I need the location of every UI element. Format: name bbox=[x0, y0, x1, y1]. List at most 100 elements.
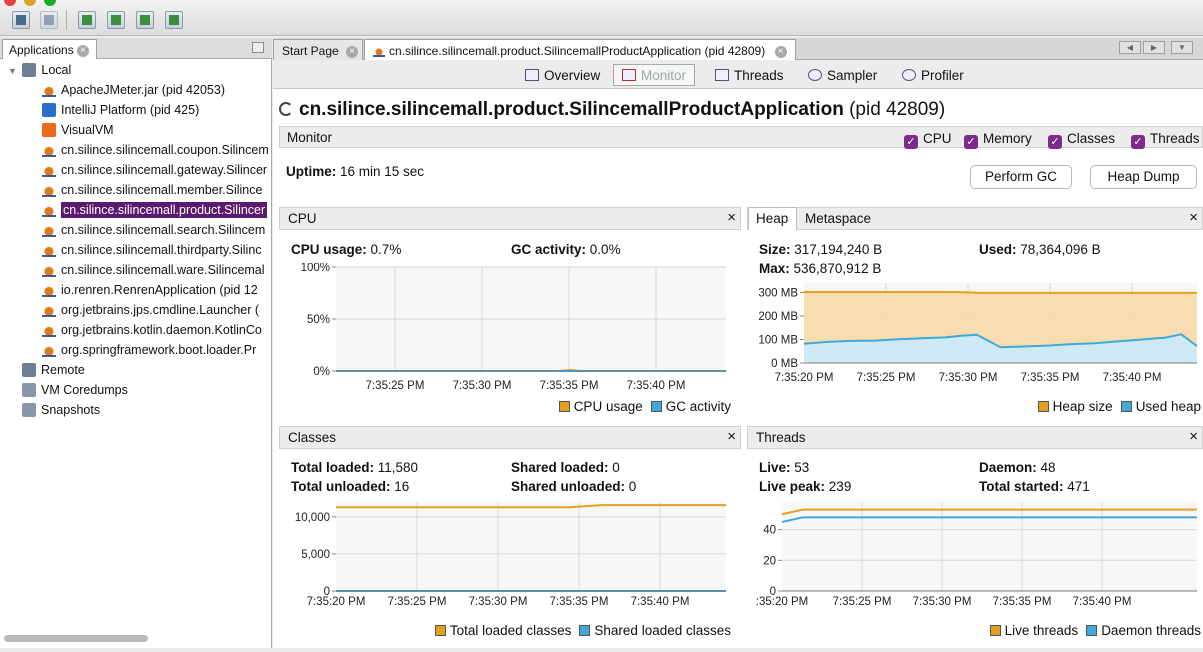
daemon-value: 48 bbox=[1040, 460, 1056, 475]
x-tick-label: 7:35:35 PM bbox=[540, 380, 599, 392]
close-window-icon[interactable] bbox=[4, 0, 16, 6]
gc-activity-label: GC activity: bbox=[511, 242, 587, 257]
tree-app-label: org.jetbrains.kotlin.daemon.KotlinCo bbox=[61, 323, 262, 337]
memory-checkbox[interactable]: ✓ Memory bbox=[964, 131, 1032, 149]
editor-tabbar: Start Page × cn.silince.silincemall.prod… bbox=[273, 38, 1203, 60]
minimize-panel-icon[interactable] bbox=[252, 42, 264, 53]
heap-max-label: Max: bbox=[759, 261, 790, 276]
tab-profiler[interactable]: Profiler bbox=[893, 64, 973, 86]
tree-app-item[interactable]: cn.silince.silincemall.ware.Silincemal bbox=[42, 260, 270, 280]
x-tick-label: 7:35:30 PM bbox=[453, 380, 512, 392]
classes-panel-header: Classes × bbox=[279, 426, 741, 449]
tab-overview[interactable]: Overview bbox=[516, 64, 609, 86]
close-icon[interactable]: × bbox=[1189, 428, 1198, 445]
tree-coredumps[interactable]: VM Coredumps bbox=[22, 380, 128, 400]
close-icon[interactable]: × bbox=[774, 45, 787, 58]
heap-dump-icon[interactable] bbox=[107, 11, 125, 29]
x-tick-label: 7:35:40 PM bbox=[1103, 372, 1162, 384]
cpu-usage-value: 0.7% bbox=[370, 242, 402, 257]
legend-daemon-threads: Daemon threads bbox=[1101, 623, 1201, 638]
tab-sampler[interactable]: Sampler bbox=[799, 64, 886, 86]
snapshot-icon[interactable] bbox=[165, 11, 183, 29]
tree-app-item[interactable]: io.renren.RenrenApplication (pid 12 bbox=[42, 280, 270, 300]
tree-coredumps-label: VM Coredumps bbox=[41, 383, 128, 397]
legend-shared-loaded: Shared loaded classes bbox=[594, 623, 731, 638]
total-unloaded-label: Total unloaded: bbox=[291, 479, 391, 494]
scroll-right-icon[interactable]: ▶ bbox=[1143, 41, 1165, 54]
classes-checkbox-label: Classes bbox=[1067, 131, 1116, 146]
live-threads: Live: 53 bbox=[759, 460, 809, 475]
close-icon[interactable]: × bbox=[727, 209, 736, 226]
total-loaded-value: 11,580 bbox=[377, 460, 419, 475]
legend-total-loaded: Total loaded classes bbox=[449, 623, 572, 638]
scroll-left-icon[interactable]: ◀ bbox=[1119, 41, 1141, 54]
snapshot-icon bbox=[22, 403, 36, 417]
tab-monitor[interactable]: Monitor bbox=[613, 64, 696, 86]
y-tick-label: 5,000 bbox=[301, 549, 330, 561]
total-unloaded: Total unloaded: 16 bbox=[291, 479, 409, 494]
tree-snapshots[interactable]: Snapshots bbox=[22, 400, 100, 420]
close-icon[interactable]: × bbox=[346, 45, 359, 58]
tree-app-item[interactable]: org.springframework.boot.loader.Pr bbox=[42, 340, 270, 360]
legend-live-threads: Live threads bbox=[1004, 623, 1079, 638]
cpu-checkbox[interactable]: ✓ CPU bbox=[904, 131, 952, 149]
x-tick-label: 7:35:20 PM bbox=[307, 596, 366, 608]
tree-app-item[interactable]: cn.silince.silincemall.coupon.Silincem bbox=[42, 140, 270, 160]
close-icon[interactable]: × bbox=[727, 428, 736, 445]
tree-app-item[interactable]: cn.silince.silincemall.thirdparty.Silinc bbox=[42, 240, 270, 260]
y-tick-label: 100 MB bbox=[758, 334, 798, 346]
horizontal-scrollbar[interactable] bbox=[4, 635, 148, 642]
classes-checkbox[interactable]: ✓ Classes bbox=[1048, 131, 1115, 149]
tab-metaspace[interactable]: Metaspace bbox=[805, 211, 871, 226]
tree-app-item[interactable]: VisualVM bbox=[42, 120, 270, 140]
open-icon[interactable] bbox=[12, 11, 30, 29]
zoom-window-icon[interactable] bbox=[44, 0, 56, 6]
tab-application[interactable]: cn.silince.silincemall.product.Silincema… bbox=[364, 39, 796, 60]
minimize-window-icon[interactable] bbox=[24, 0, 36, 6]
classes-panel: Classes × Total loaded: 11,580 Shared loa… bbox=[279, 426, 741, 644]
thread-dump-icon[interactable] bbox=[136, 11, 154, 29]
tab-list-icon[interactable]: ▼ bbox=[1171, 41, 1193, 54]
tab-threads[interactable]: Threads bbox=[706, 64, 793, 86]
x-tick-label: 7:35:25 PM bbox=[388, 596, 447, 608]
legend-swatch-heap-size bbox=[1037, 401, 1049, 412]
perform-gc-button[interactable]: Perform GC bbox=[970, 165, 1072, 189]
cpu-chart: 7:35:25 PM 7:35:30 PM 7:35:35 PM 7:35:40 PM… bbox=[301, 263, 726, 392]
tab-start-page[interactable]: Start Page × bbox=[273, 39, 363, 60]
java-icon bbox=[42, 283, 56, 297]
loading-spinner-icon bbox=[279, 102, 293, 116]
tree-app-item[interactable]: cn.silince.silincemall.member.Silince bbox=[42, 180, 270, 200]
tree-local[interactable]: ▼ Local bbox=[8, 60, 71, 80]
tree-app-item[interactable]: ApacheJMeter.jar (pid 42053) bbox=[42, 80, 270, 100]
legend-swatch-daemon bbox=[1086, 625, 1098, 636]
add-jmx-icon[interactable] bbox=[78, 11, 96, 29]
y-tick-label: 20 bbox=[763, 555, 776, 567]
app-name: cn.silince.silincemall.product.Silincema… bbox=[299, 99, 844, 120]
tree-app-label: cn.silince.silincemall.search.Silincem bbox=[61, 223, 266, 237]
shared-unloaded: Shared unloaded: 0 bbox=[511, 479, 636, 494]
cpu-panel: CPU × CPU usage: 0.7% GC activity: 0.0% 7… bbox=[279, 207, 741, 419]
tree-app-item[interactable]: cn.silince.silincemall.gateway.Silincer bbox=[42, 160, 270, 180]
uptime: Uptime: 16 min 15 sec bbox=[286, 164, 424, 179]
tree-app-item[interactable]: org.jetbrains.jps.cmdline.Launcher ( bbox=[42, 300, 270, 320]
tab-heap[interactable]: Heap bbox=[748, 207, 797, 230]
java-icon bbox=[42, 203, 56, 217]
tree-local-label: Local bbox=[41, 63, 72, 77]
heap-dump-button[interactable]: Heap Dump bbox=[1090, 165, 1197, 189]
threads-chart: :35:20 PM 7:35:25 PM 7:35:30 PM 7:35:35 PM 7… bbox=[756, 502, 1197, 608]
applications-tab[interactable]: Applications × bbox=[2, 39, 97, 59]
close-icon[interactable]: × bbox=[1189, 209, 1198, 226]
live-label: Live: bbox=[759, 460, 791, 475]
save-icon[interactable] bbox=[40, 11, 58, 29]
close-icon[interactable]: × bbox=[77, 44, 90, 57]
y-tick-label: 0 bbox=[770, 586, 776, 598]
tree-app-item[interactable]: cn.silince.silincemall.search.Silincem bbox=[42, 220, 270, 240]
threads-checkbox[interactable]: ✓ Threads bbox=[1131, 131, 1200, 149]
tree-app-item[interactable]: org.jetbrains.kotlin.daemon.KotlinCo bbox=[42, 320, 270, 340]
chevron-down-icon[interactable]: ▼ bbox=[8, 66, 17, 76]
tree-app-item[interactable]: cn.silince.silincemall.product.Silincer bbox=[42, 200, 270, 220]
threads-icon bbox=[715, 69, 729, 81]
tree-remote[interactable]: Remote bbox=[22, 360, 85, 380]
tree-app-item[interactable]: IntelliJ Platform (pid 425) bbox=[42, 100, 270, 120]
coredump-icon bbox=[22, 383, 36, 397]
